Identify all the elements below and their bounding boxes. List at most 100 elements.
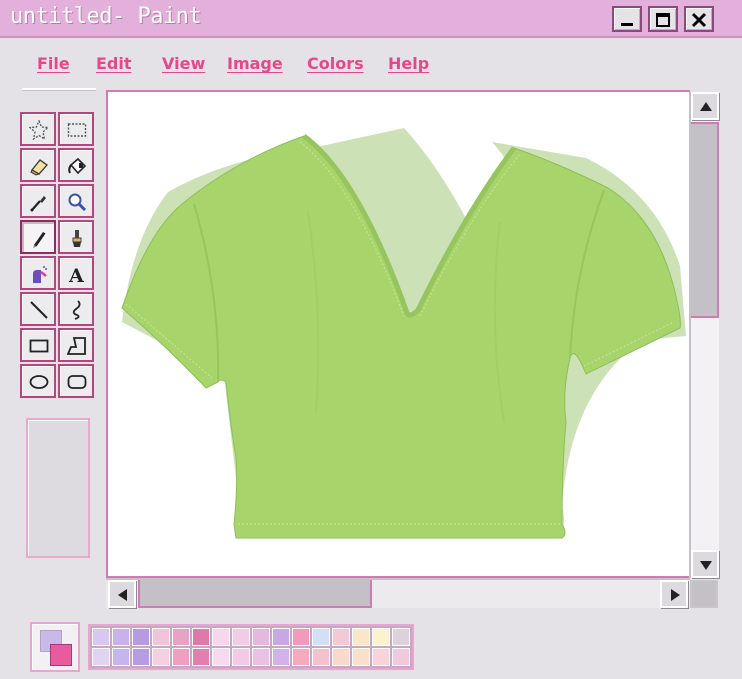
palette-swatch[interactable] xyxy=(132,628,150,646)
horizontal-scroll-thumb[interactable] xyxy=(138,580,372,608)
tool-free-form-select[interactable] xyxy=(20,112,56,146)
magnifier-icon xyxy=(68,193,87,212)
palette-swatch[interactable] xyxy=(272,648,290,666)
eyedropper-icon xyxy=(30,196,46,212)
arrow-up-icon xyxy=(700,102,712,111)
palette-swatch[interactable] xyxy=(292,648,310,666)
airbrush-icon xyxy=(33,266,47,283)
tool-ellipse[interactable] xyxy=(20,364,56,398)
eraser-icon xyxy=(30,159,48,176)
palette-swatches xyxy=(88,624,414,670)
tool-options-panel[interactable] xyxy=(26,418,90,558)
tool-pencil[interactable] xyxy=(20,220,56,254)
menu-edit[interactable]: Edit xyxy=(96,54,132,73)
palette-swatch[interactable] xyxy=(252,628,270,646)
curve-icon xyxy=(72,300,81,320)
palette-swatch[interactable] xyxy=(92,628,110,646)
tool-rounded-rect[interactable] xyxy=(58,364,94,398)
palette-swatch[interactable] xyxy=(152,628,170,646)
palette-swatch[interactable] xyxy=(372,628,390,646)
color-palette xyxy=(22,614,422,676)
menu-file[interactable]: File xyxy=(37,54,70,73)
menu-image[interactable]: Image xyxy=(227,54,283,73)
menu-colors[interactable]: Colors xyxy=(307,54,364,73)
tool-rect-select[interactable] xyxy=(58,112,94,146)
vertical-scroll-thumb[interactable] xyxy=(691,122,719,318)
tool-rectangle[interactable] xyxy=(20,328,56,362)
tool-text[interactable]: A xyxy=(58,256,94,290)
ellipse-icon xyxy=(29,375,49,389)
menu-view[interactable]: View xyxy=(162,54,205,73)
current-colors-box[interactable] xyxy=(30,622,80,672)
palette-swatch[interactable] xyxy=(232,648,250,666)
arrow-right-icon xyxy=(671,589,680,601)
palette-swatch[interactable] xyxy=(332,648,350,666)
menu-bar: File Edit View Image Colors Help xyxy=(0,44,742,84)
palette-swatch[interactable] xyxy=(332,628,350,646)
tool-pick-color[interactable] xyxy=(20,184,56,218)
scroll-down-button[interactable] xyxy=(691,550,719,578)
palette-swatch[interactable] xyxy=(112,648,130,666)
scroll-right-button[interactable] xyxy=(660,580,688,608)
palette-swatch[interactable] xyxy=(132,648,150,666)
palette-swatch[interactable] xyxy=(192,648,210,666)
drawing-canvas[interactable] xyxy=(106,90,690,578)
title-bar: untitled- Paint xyxy=(0,0,742,38)
minimize-button[interactable] xyxy=(612,6,642,32)
brush-icon xyxy=(72,230,82,247)
tool-brush[interactable] xyxy=(58,220,94,254)
palette-swatch[interactable] xyxy=(212,628,230,646)
svg-text:A: A xyxy=(68,265,84,284)
tool-curve[interactable] xyxy=(58,292,94,326)
palette-swatch[interactable] xyxy=(272,628,290,646)
vertical-scrollbar[interactable] xyxy=(689,92,719,578)
palette-swatch[interactable] xyxy=(392,628,410,646)
palette-swatch[interactable] xyxy=(392,648,410,666)
star-select-icon xyxy=(29,120,49,140)
window-title: untitled- Paint xyxy=(10,4,202,29)
palette-swatch[interactable] xyxy=(372,648,390,666)
tool-polygon[interactable] xyxy=(58,328,94,362)
menu-divider xyxy=(22,88,96,91)
tool-eraser[interactable] xyxy=(20,148,56,182)
close-icon xyxy=(691,12,707,28)
palette-swatch[interactable] xyxy=(192,628,210,646)
tool-fill[interactable] xyxy=(58,148,94,182)
text-icon: A xyxy=(68,265,84,284)
palette-swatch[interactable] xyxy=(292,628,310,646)
palette-swatch[interactable] xyxy=(232,628,250,646)
rect-select-icon xyxy=(67,123,87,137)
palette-swatch[interactable] xyxy=(312,648,330,666)
scroll-up-button[interactable] xyxy=(691,92,719,120)
maximize-icon xyxy=(656,13,670,27)
palette-swatch[interactable] xyxy=(152,648,170,666)
palette-swatch[interactable] xyxy=(112,628,130,646)
pencil-icon xyxy=(33,232,46,248)
palette-swatch[interactable] xyxy=(172,628,190,646)
maximize-button[interactable] xyxy=(648,6,678,32)
arrow-left-icon xyxy=(118,589,127,601)
palette-swatch[interactable] xyxy=(312,628,330,646)
scroll-left-button[interactable] xyxy=(108,580,136,608)
palette-swatch[interactable] xyxy=(212,648,230,666)
palette-swatch[interactable] xyxy=(352,648,370,666)
close-button[interactable] xyxy=(684,6,714,32)
palette-swatch[interactable] xyxy=(172,648,190,666)
tool-line[interactable] xyxy=(20,292,56,326)
palette-swatch[interactable] xyxy=(352,628,370,646)
palette-swatch[interactable] xyxy=(92,648,110,666)
horizontal-scrollbar[interactable] xyxy=(106,578,690,608)
menu-help[interactable]: Help xyxy=(388,54,429,73)
paint-bucket-icon xyxy=(68,157,87,175)
rounded-rectangle-icon xyxy=(67,375,87,389)
palette-swatch[interactable] xyxy=(252,648,270,666)
tool-magnifier[interactable] xyxy=(58,184,94,218)
canvas-image xyxy=(121,128,686,539)
line-icon xyxy=(30,301,48,319)
tool-airbrush[interactable] xyxy=(20,256,56,290)
secondary-color-swatch xyxy=(50,644,72,666)
paint-window: untitled- Paint File Edit View Image Col… xyxy=(0,0,742,679)
toolbox: A xyxy=(20,112,96,400)
arrow-down-icon xyxy=(700,561,712,570)
rectangle-icon xyxy=(29,339,49,353)
